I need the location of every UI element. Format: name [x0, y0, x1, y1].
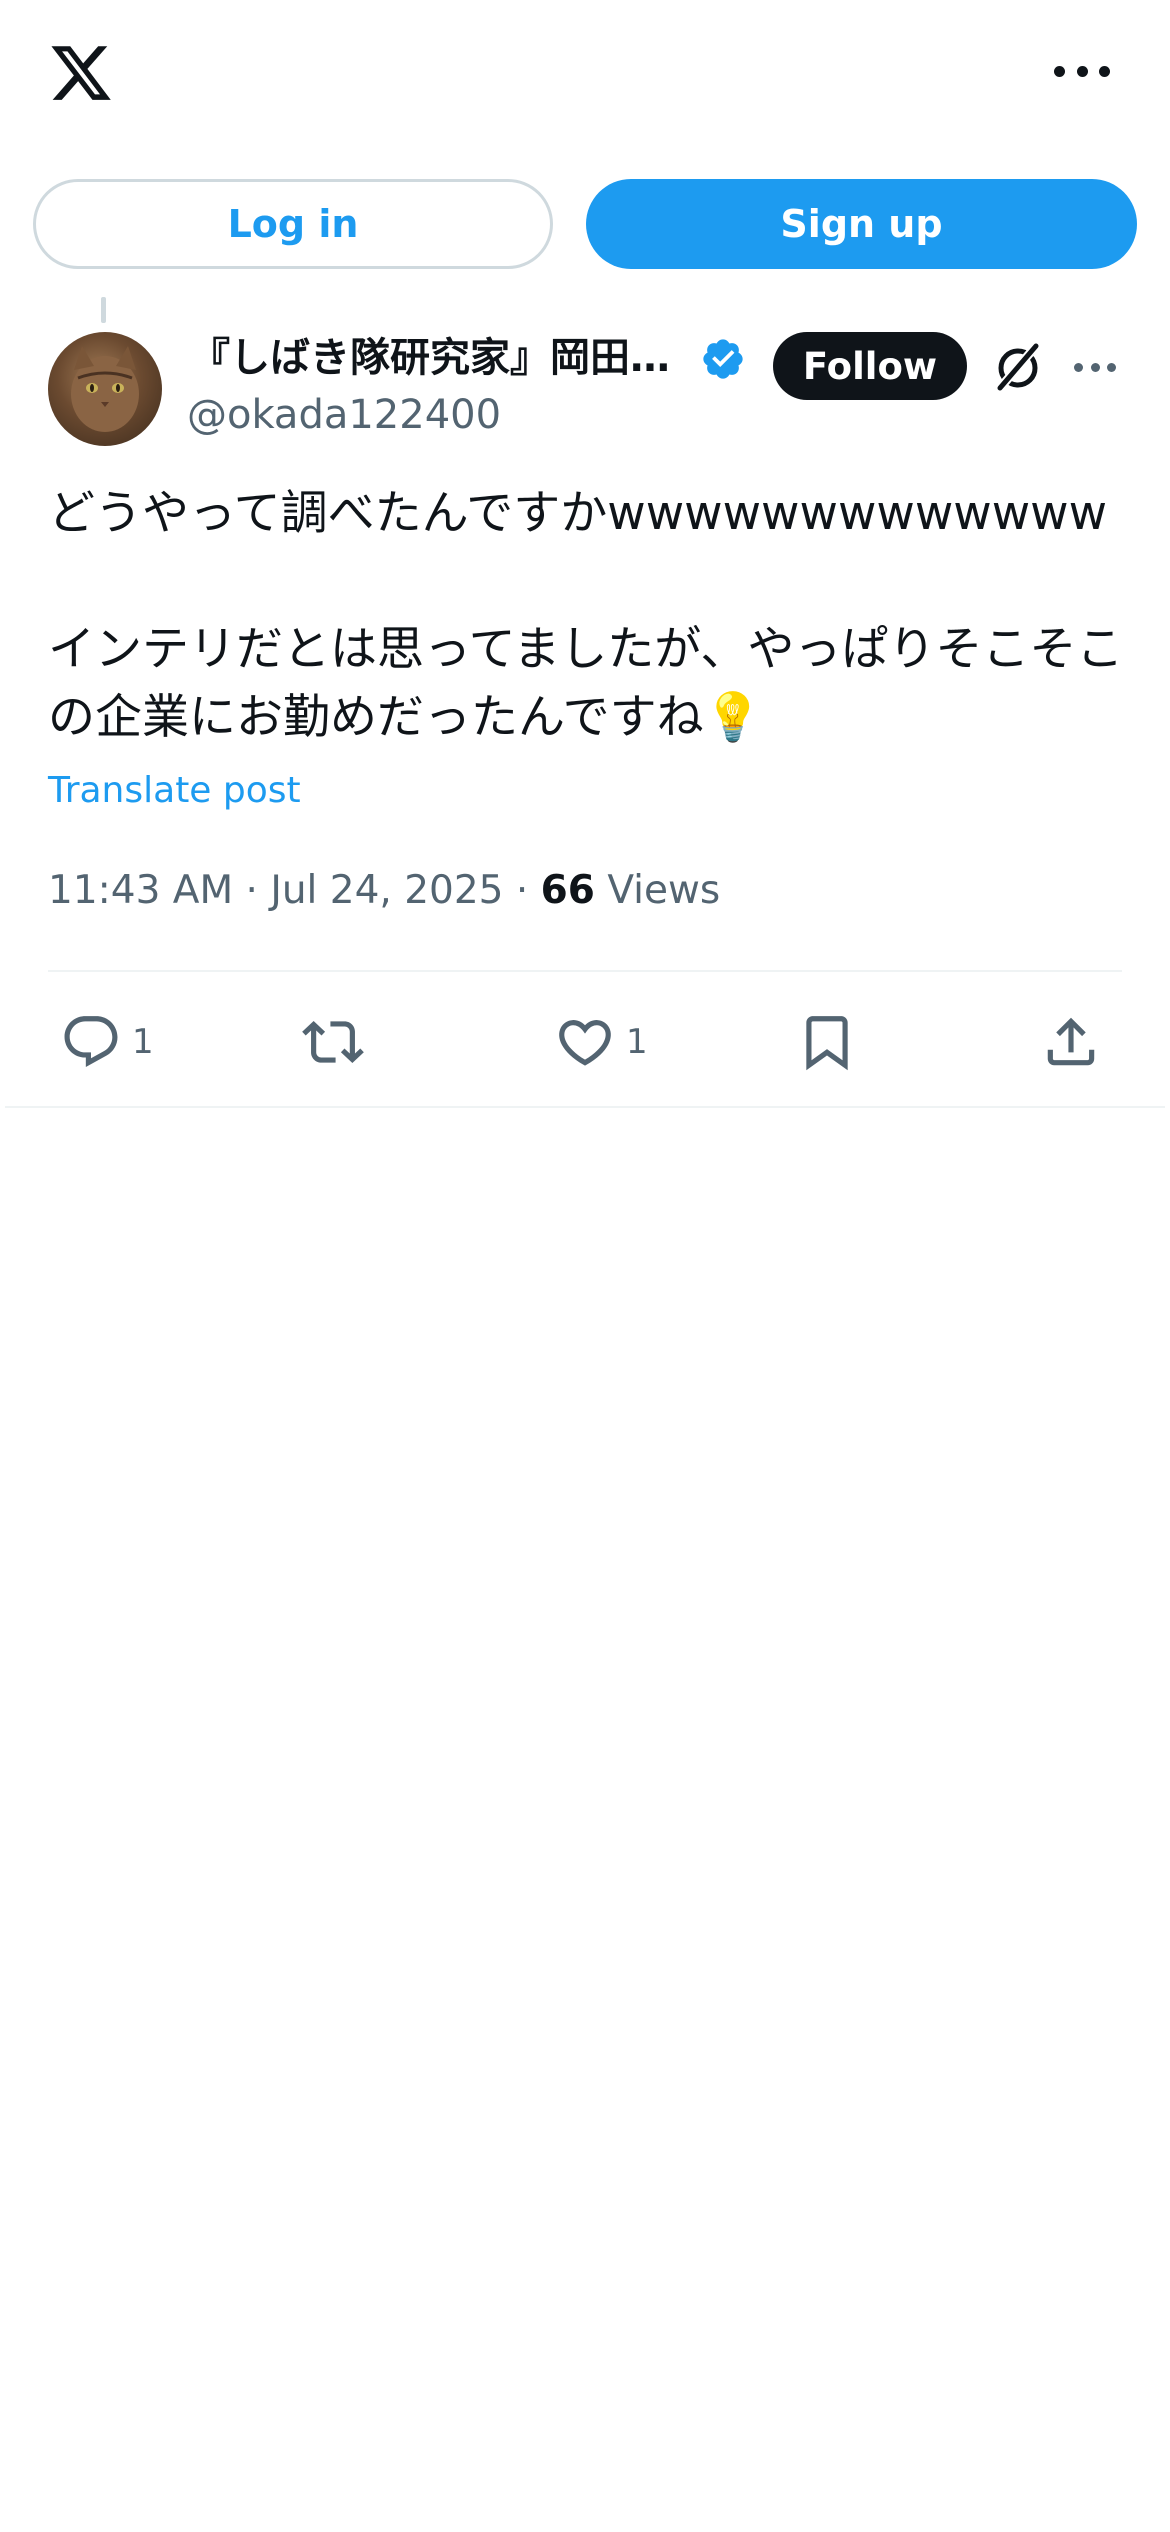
repost-icon — [302, 1021, 364, 1063]
translate-post-link[interactable]: Translate post — [48, 766, 301, 816]
bookmark-icon — [806, 1016, 848, 1071]
views-label: Views — [607, 868, 721, 913]
post-time[interactable]: 11:43 AM — [48, 868, 233, 913]
action-bar: 1 1 — [48, 1002, 1122, 1082]
divider — [48, 970, 1122, 972]
post-metadata: 11:43 AM · Jul 24, 2025 · 66 Views — [48, 868, 721, 913]
like-count: 1 — [626, 1022, 648, 1062]
repost-button[interactable] — [302, 1002, 364, 1082]
thread-connector-line — [101, 297, 106, 323]
share-icon — [1047, 1017, 1095, 1066]
share-button[interactable] — [1040, 1002, 1102, 1082]
post-date[interactable]: Jul 24, 2025 — [270, 868, 503, 913]
auth-buttons: Log in Sign up — [33, 179, 1137, 269]
top-bar — [0, 0, 1170, 150]
reply-button[interactable]: 1 — [60, 1002, 154, 1082]
post-more-options-icon[interactable] — [1074, 362, 1116, 372]
post-text: どうやって調べたんですかwwwwwwwwwwwww インテリだとは思ってましたが… — [48, 486, 1124, 745]
bookmark-button[interactable] — [796, 1002, 858, 1082]
login-button[interactable]: Log in — [33, 179, 553, 269]
author-handle[interactable]: @okada122400 — [187, 390, 501, 440]
signup-button[interactable]: Sign up — [586, 179, 1137, 269]
views-count: 66 — [540, 868, 595, 913]
grok-icon[interactable] — [990, 338, 1046, 394]
x-logo-icon[interactable] — [48, 40, 114, 106]
author-name[interactable]: 『しばき隊研究家』岡田… — [190, 330, 690, 386]
heart-icon — [559, 1020, 611, 1066]
follow-button[interactable]: Follow — [773, 332, 967, 400]
like-button[interactable]: 1 — [554, 1002, 648, 1082]
reply-count: 1 — [132, 1022, 154, 1062]
avatar[interactable] — [48, 332, 162, 446]
verified-badge-icon — [700, 336, 746, 382]
reply-icon — [64, 1016, 118, 1068]
more-options-icon[interactable] — [1054, 56, 1110, 86]
divider — [5, 1106, 1165, 1108]
